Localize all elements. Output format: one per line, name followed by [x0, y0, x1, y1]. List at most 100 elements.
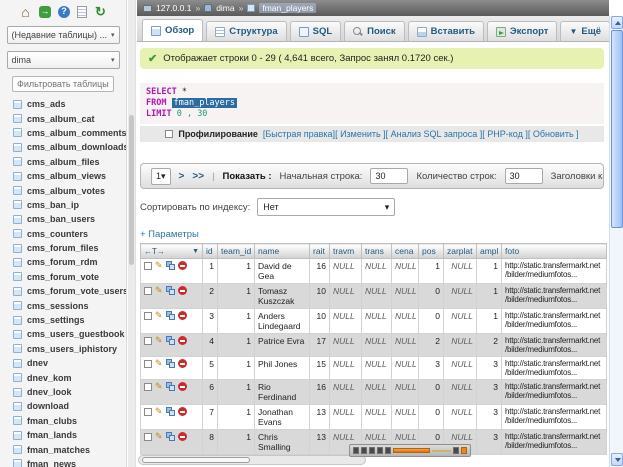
profiling-checkbox[interactable]	[165, 130, 173, 138]
sidebar-table-item[interactable]: cms_ads	[0, 97, 126, 111]
column-nav-arrows[interactable]: ←T→	[144, 247, 165, 256]
row-count-input[interactable]	[505, 168, 543, 184]
header-trans[interactable]: trans	[362, 244, 392, 259]
sidebar-table-item[interactable]: cms_settings	[0, 313, 126, 327]
edit-icon[interactable]: ✎	[155, 261, 163, 270]
profiling-link[interactable]: [Быстрая правка]	[263, 129, 335, 139]
header-team-id[interactable]: team_id	[218, 244, 255, 259]
profiling-link[interactable]: [ PHP-код ]	[482, 129, 528, 139]
row-checkbox[interactable]	[144, 262, 152, 270]
toolbar-button[interactable]	[353, 447, 359, 454]
tab-export[interactable]: Экспорт	[487, 21, 558, 41]
header-cena[interactable]: cena	[392, 244, 419, 259]
toolbar-button[interactable]	[361, 447, 367, 454]
scroll-up-button[interactable]	[611, 16, 623, 29]
delete-icon[interactable]	[178, 261, 187, 270]
copy-icon[interactable]	[166, 261, 175, 270]
toolbar-button[interactable]	[461, 447, 467, 454]
tab-more[interactable]: ▼ Ещё	[560, 21, 609, 41]
header-foto[interactable]: foto	[502, 244, 607, 259]
database-select[interactable]: dima ▾	[7, 51, 120, 69]
delete-icon[interactable]	[178, 432, 187, 441]
sidebar-table-item[interactable]: fman_news	[0, 457, 126, 467]
sidebar-table-item[interactable]: cms_sessions	[0, 298, 126, 312]
edit-icon[interactable]: ✎	[155, 432, 163, 441]
toolbar-button[interactable]	[369, 447, 375, 454]
sidebar-table-item[interactable]: cms_album_files	[0, 155, 126, 169]
row-checkbox[interactable]	[144, 337, 152, 345]
sidebar-table-item[interactable]: cms_album_comments	[0, 126, 126, 140]
edit-icon[interactable]: ✎	[155, 336, 163, 345]
edit-icon[interactable]: ✎	[155, 407, 163, 416]
home-icon[interactable]: ⌂	[19, 5, 32, 18]
edit-icon[interactable]: ✎	[155, 311, 163, 320]
header-rait[interactable]: rait	[310, 244, 330, 259]
sidebar-table-item[interactable]: fman_clubs	[0, 414, 126, 428]
sidebar-table-item[interactable]: cms_ban_users	[0, 212, 126, 226]
toolbar-button[interactable]	[385, 447, 391, 454]
vertical-scrollbar[interactable]	[609, 0, 623, 467]
sidebar-scrollbar-thumb[interactable]	[129, 115, 134, 265]
tab-structure[interactable]: Структура	[206, 21, 286, 41]
sidebar-table-item[interactable]: cms_album_views	[0, 169, 126, 183]
copy-icon[interactable]	[166, 407, 175, 416]
sidebar-table-item[interactable]: cms_counters	[0, 227, 126, 241]
edit-icon[interactable]: ✎	[155, 286, 163, 295]
sidebar-table-item[interactable]: cms_forum_rdm	[0, 255, 126, 269]
sidebar-table-item[interactable]: cms_forum_files	[0, 241, 126, 255]
copy-icon[interactable]	[166, 311, 175, 320]
sidebar-table-item[interactable]: cms_album_cat	[0, 111, 126, 125]
copy-icon[interactable]	[166, 336, 175, 345]
sidebar-table-item[interactable]: cms_forum_vote_users	[0, 284, 126, 298]
header-name[interactable]: name	[255, 244, 310, 259]
breadcrumb-table[interactable]: fman_players	[259, 3, 316, 13]
tab-sql[interactable]: SQL	[290, 21, 342, 41]
breadcrumb-server[interactable]: 127.0.0.1	[156, 3, 191, 13]
delete-icon[interactable]	[178, 359, 187, 368]
sidebar-table-item[interactable]: dnev	[0, 356, 126, 370]
documentation-icon[interactable]	[77, 6, 87, 18]
last-page-button[interactable]: >>	[192, 171, 204, 182]
sidebar-table-item[interactable]: fman_matches	[0, 442, 126, 456]
delete-icon[interactable]	[178, 286, 187, 295]
delete-icon[interactable]	[178, 382, 187, 391]
options-toggle-link[interactable]: + Параметры	[140, 229, 609, 240]
options-dropdown-icon[interactable]: ▼	[192, 248, 199, 255]
filter-tables-input[interactable]	[12, 76, 114, 92]
profiling-link[interactable]: [ Анализ SQL запроса ]	[386, 129, 483, 139]
vertical-scrollbar-thumb[interactable]	[611, 30, 623, 228]
header-travm[interactable]: travm	[330, 244, 362, 259]
edit-icon[interactable]: ✎	[155, 359, 163, 368]
recent-tables-select[interactable]: (Недавние таблицы) ... ▾	[7, 26, 120, 44]
toolbar-button[interactable]	[453, 447, 459, 454]
horizontal-scrollbar-thumb[interactable]	[142, 457, 250, 463]
toolbar-button[interactable]	[377, 447, 383, 454]
copy-icon[interactable]	[166, 432, 175, 441]
sidebar-scrollbar[interactable]	[128, 0, 136, 467]
sidebar-table-item[interactable]: cms_users_guestbook	[0, 327, 126, 341]
tab-search[interactable]: Поиск	[344, 21, 405, 41]
delete-icon[interactable]	[178, 311, 187, 320]
row-checkbox[interactable]	[144, 360, 152, 368]
sidebar-table-item[interactable]: cms_users_iphistory	[0, 342, 126, 356]
page-select[interactable]: 1 ▾	[151, 168, 171, 185]
sidebar-table-item[interactable]: cms_forum_vote	[0, 270, 126, 284]
breadcrumb-database[interactable]: dima	[216, 3, 234, 13]
horizontal-scrollbar[interactable]	[138, 455, 366, 465]
delete-icon[interactable]	[178, 407, 187, 416]
logout-icon[interactable]: →	[39, 6, 51, 18]
edit-icon[interactable]: ✎	[155, 382, 163, 391]
sidebar-table-item[interactable]: cms_album_votes	[0, 183, 126, 197]
sort-index-select[interactable]: Нет ▾	[257, 198, 395, 216]
progress-slider[interactable]	[393, 448, 430, 453]
tab-browse[interactable]: Обзор	[142, 19, 203, 41]
header-ampl[interactable]: ampl	[477, 244, 502, 259]
help-icon[interactable]: ?	[58, 6, 70, 18]
sidebar-table-item[interactable]: cms_album_downloads	[0, 140, 126, 154]
row-checkbox[interactable]	[144, 312, 152, 320]
row-checkbox[interactable]	[144, 287, 152, 295]
row-checkbox[interactable]	[144, 383, 152, 391]
sidebar-table-item[interactable]: dnev_look	[0, 385, 126, 399]
delete-icon[interactable]	[178, 336, 187, 345]
header-id[interactable]: id	[203, 244, 218, 259]
